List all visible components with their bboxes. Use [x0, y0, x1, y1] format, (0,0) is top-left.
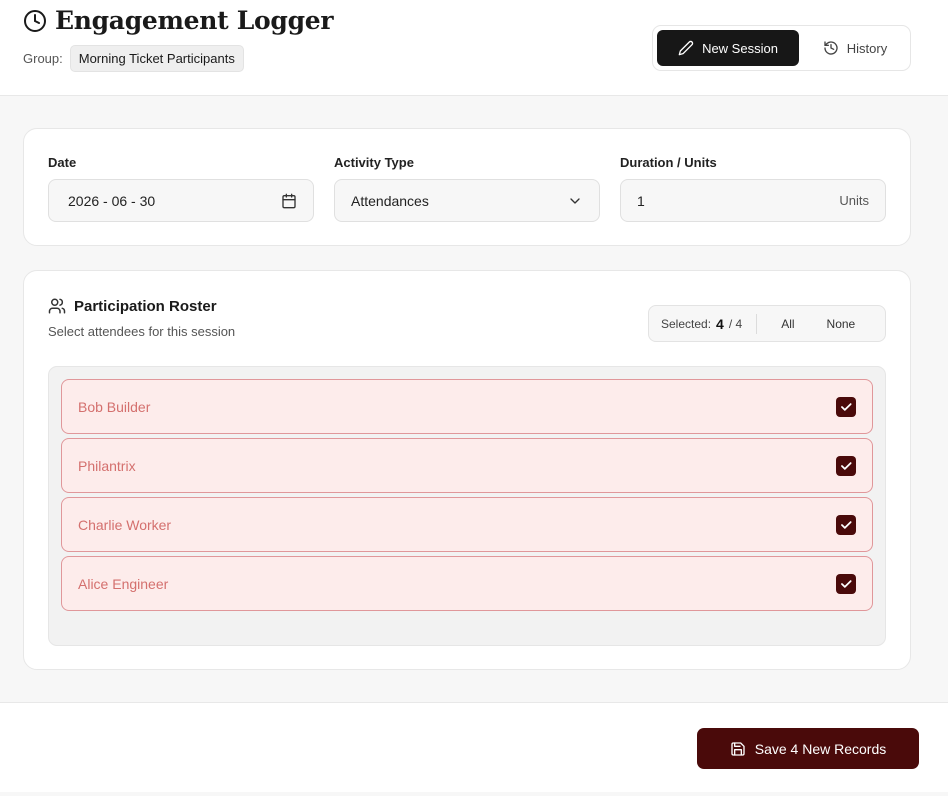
date-label: Date — [48, 155, 77, 170]
selected-total: / 4 — [728, 316, 743, 331]
attendee-checkbox[interactable] — [836, 396, 856, 417]
duration-label: Duration / Units — [620, 155, 717, 170]
chevron-down-icon — [570, 197, 580, 204]
activity-label: Activity Type — [334, 155, 414, 170]
roster-title: Participation Roster — [74, 297, 217, 315]
footer-bar: Save 4 New Records — [0, 702, 948, 792]
duration-field: Duration / Units 1 Units — [620, 155, 886, 222]
tab-history-label: History — [846, 40, 888, 56]
roster-card: Participation Roster Select attendees fo… — [23, 270, 911, 670]
attendee-name: Alice Engineer — [78, 575, 169, 592]
pencil-icon — [678, 40, 694, 56]
roster-title-row: Participation Roster — [48, 297, 235, 315]
group-chip: Morning Ticket Participants — [69, 45, 244, 72]
tab-new-session-label: New Session — [702, 40, 778, 56]
duration-unit: Units — [839, 193, 869, 208]
page-title: Engagement Logger — [55, 6, 334, 35]
attendee-name: Bob Builder — [78, 398, 151, 415]
save-records-label: Save 4 New Records — [754, 740, 887, 757]
date-field: Date 2026 - 06 - 30 — [48, 155, 314, 222]
attendee-name: Charlie Worker — [78, 516, 172, 533]
checkmark-icon — [841, 461, 852, 470]
selection-bar: Selected: 4 / 4 All None — [648, 305, 886, 342]
tab-history[interactable]: History — [805, 30, 905, 66]
selected-count: 4 — [716, 315, 724, 332]
clock-icon — [24, 9, 46, 32]
activity-value: Attendances — [351, 192, 429, 209]
calendar-icon[interactable] — [281, 193, 297, 209]
attendee-checkbox[interactable] — [836, 514, 856, 535]
roster-row-alice-engineer[interactable]: Alice Engineer — [61, 556, 873, 611]
date-value: 2026 - 06 - 30 — [68, 192, 156, 209]
roster-row-charlie-worker[interactable]: Charlie Worker — [61, 497, 873, 552]
date-input[interactable]: 2026 - 06 - 30 — [48, 179, 314, 222]
checkmark-icon — [841, 579, 852, 588]
title-row: Engagement Logger — [23, 6, 334, 35]
duration-value: 1 — [637, 192, 645, 209]
roster-list: Bob Builder Philantrix Charlie Worker Al… — [48, 366, 886, 646]
selection-count: Selected: 4 / 4 — [649, 313, 758, 334]
app-header: Engagement Logger Group: Morning Ticket … — [0, 0, 948, 96]
history-icon — [824, 41, 838, 55]
activity-field: Activity Type Attendances — [334, 155, 600, 222]
group-row: Group: Morning Ticket Participants — [23, 45, 244, 72]
save-icon — [731, 741, 745, 756]
checkmark-icon — [841, 402, 852, 411]
session-form-card: Date 2026 - 06 - 30 Activity Type Attend… — [23, 128, 911, 246]
duration-input[interactable]: 1 Units — [620, 179, 886, 222]
select-all-button[interactable]: All — [757, 317, 794, 331]
group-label: Group: — [23, 51, 63, 66]
roster-subtitle: Select attendees for this session — [48, 324, 236, 339]
select-none-button[interactable]: None — [795, 317, 856, 331]
attendee-checkbox[interactable] — [836, 455, 856, 476]
roster-row-philantrix[interactable]: Philantrix — [61, 438, 873, 493]
checkmark-icon — [841, 520, 852, 529]
selected-label: Selected: — [661, 316, 712, 331]
save-records-button[interactable]: Save 4 New Records — [697, 728, 919, 769]
roster-row-bob-builder[interactable]: Bob Builder — [61, 379, 873, 434]
users-icon — [48, 298, 66, 314]
attendee-name: Philantrix — [78, 457, 136, 474]
roster-header: Participation Roster Select attendees fo… — [48, 297, 236, 340]
tab-new-session[interactable]: New Session — [657, 30, 799, 66]
activity-select[interactable]: Attendances — [334, 179, 600, 222]
attendee-checkbox[interactable] — [836, 573, 856, 594]
mode-toggle: New Session History — [652, 25, 911, 71]
